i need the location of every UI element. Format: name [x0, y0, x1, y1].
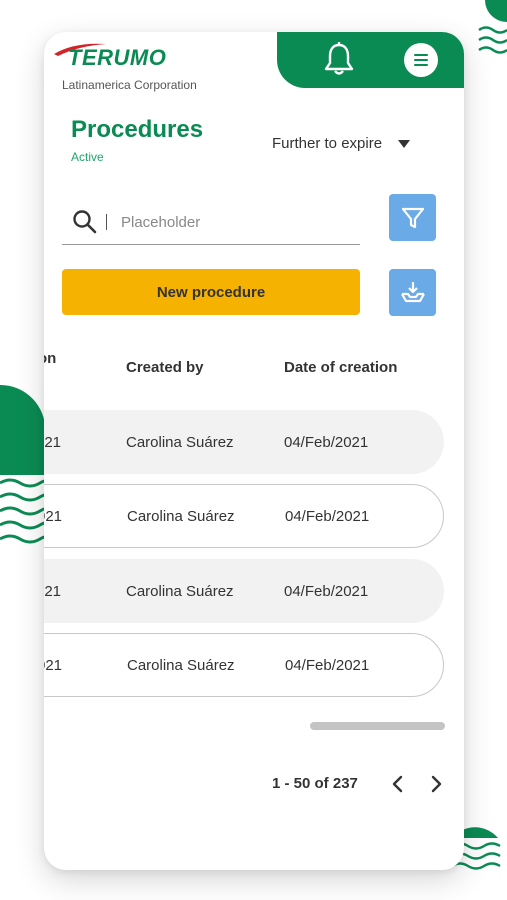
search-input[interactable]: [119, 212, 343, 232]
phone-screen: TERUMO Latinamerica Corporation Procedur…: [44, 32, 464, 870]
logo: TERUMO: [68, 45, 167, 70]
cell-partial: 021: [44, 507, 63, 525]
cell-created-by: Carolina Suárez: [126, 582, 234, 600]
new-procedure-button[interactable]: New procedure: [62, 269, 360, 315]
caret-down-icon: [398, 139, 411, 148]
cell-created-by: Carolina Suárez: [127, 507, 235, 525]
cell-partial: 021: [44, 656, 63, 674]
hamburger-menu-icon[interactable]: [404, 43, 438, 77]
page-title: Procedures: [71, 116, 204, 143]
table-row[interactable]: 021 Carolina Suárez 04/Feb/2021: [44, 633, 444, 697]
download-tray-icon: [400, 281, 425, 302]
wave-decoration-top: [478, 0, 507, 54]
horizontal-scrollbar[interactable]: [310, 722, 445, 730]
download-button[interactable]: [389, 269, 436, 316]
cell-partial: 021: [44, 433, 62, 451]
search-icon: [73, 210, 97, 234]
filter-button[interactable]: [389, 194, 436, 241]
cell-date: 04/Feb/2021: [285, 507, 370, 525]
text-cursor: [106, 214, 107, 230]
cell-date: 04/Feb/2021: [284, 433, 369, 451]
logo-subtitle: Latinamerica Corporation: [62, 78, 197, 92]
cell-date: 04/Feb/2021: [284, 582, 369, 600]
sort-dropdown[interactable]: Further to expire: [272, 135, 411, 152]
cell-created-by: Carolina Suárez: [127, 656, 235, 674]
chevron-left-icon[interactable]: [388, 772, 408, 796]
search-field[interactable]: [62, 200, 360, 245]
chevron-right-icon[interactable]: [426, 772, 446, 796]
column-header-created-by[interactable]: Created by: [126, 359, 204, 376]
cell-date: 04/Feb/2021: [285, 656, 370, 674]
filter-icon: [401, 207, 424, 228]
table-row[interactable]: 021 Carolina Suárez 04/Feb/2021: [44, 410, 444, 474]
sort-label: Further to expire: [272, 135, 383, 152]
pagination-range: 1 - 50 of 237: [272, 775, 358, 792]
column-header-date[interactable]: Date of creation: [284, 359, 397, 376]
column-header-partial[interactable]: on: [44, 350, 56, 367]
cell-created-by: Carolina Suárez: [126, 433, 234, 451]
cell-partial: 021: [44, 582, 62, 600]
table-row[interactable]: 021 Carolina Suárez 04/Feb/2021: [44, 484, 444, 548]
bell-icon[interactable]: [324, 42, 354, 76]
table-row[interactable]: 021 Carolina Suárez 04/Feb/2021: [44, 559, 444, 623]
status-label: Active: [71, 150, 104, 164]
